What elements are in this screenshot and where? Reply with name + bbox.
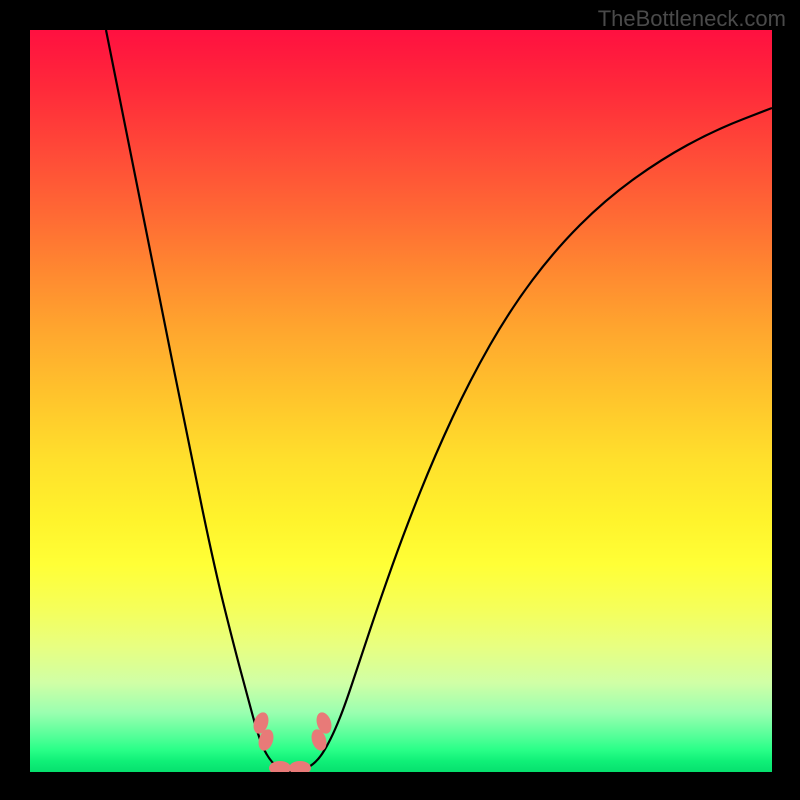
chart-svg	[30, 30, 772, 772]
marker-point	[289, 761, 311, 772]
curve-markers	[251, 710, 334, 772]
bottleneck-curve	[106, 30, 772, 771]
watermark-text: TheBottleneck.com	[598, 6, 786, 32]
plot-area	[30, 30, 772, 772]
